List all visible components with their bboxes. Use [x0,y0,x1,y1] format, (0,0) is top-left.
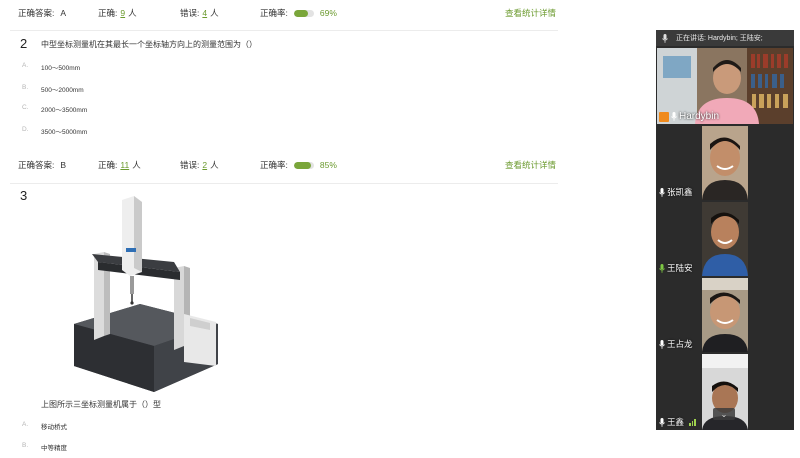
correct-label: 正确: [98,160,118,170]
wrong-label: 错误: [180,160,200,170]
view-stats-detail-link[interactable]: 查看统计详情 [505,7,556,19]
participant-name-tag: Hardybin [659,111,719,122]
wrong-count-link[interactable]: 4 [202,8,207,18]
correct-count-link[interactable]: 9 [120,8,125,18]
correct-answer: 正确答案: B [18,159,66,171]
wrong-unit: 人 [210,160,219,170]
option-letter: A. [22,62,29,69]
q2-stats-row: 正确答案: B 正确: 11 人 错误: 2 人 正确率: 85% 查看统计详情 [18,159,558,173]
correct-count: 正确: 11 人 [98,159,141,171]
wrong-unit: 人 [210,8,219,18]
correct-label: 正确: [98,8,118,18]
correct-answer: 正确答案: A [18,7,66,19]
microphone-active-icon [659,263,665,273]
participant-name: 王鑫 [667,417,685,427]
participant-name-tag: 王陆安 [659,262,693,274]
correct-count-link[interactable]: 11 [120,160,129,170]
option-text: 中等精度 [41,445,67,452]
question-number: 2 [20,36,28,51]
rate-label: 正确率: [260,8,288,18]
speaking-indicator-bar: 正在讲话: Hardybin; 王陆安; [656,30,794,46]
question-text: 中型坐标测量机在其最长一个坐标轴方向上的测量范围为（） [41,40,257,49]
coordinate-measuring-machine-image [74,196,218,392]
speaking-label: 正在讲话: Hardybin; 王陆安; [676,35,763,42]
option-text: 移动桥式 [41,424,67,431]
video-tile-hardybin[interactable]: Hardybin [657,48,793,124]
correct-rate: 正确率: 69% [260,7,337,19]
video-tile-wangluan[interactable]: 王陆安 [657,202,793,276]
microphone-icon [659,417,665,427]
rate-progress-bar [293,9,314,17]
participant-name: 张凯鑫 [667,187,693,197]
video-tile-wangzhanlong[interactable]: 王占龙 [657,278,793,352]
option-letter: C. [22,104,29,111]
divider [10,30,558,31]
option-b[interactable]: B. 中等精度 [22,442,67,452]
rate-value: 69% [319,8,337,18]
wrong-count: 错误: 4 人 [180,7,219,19]
option-letter: A. [22,421,29,428]
participant-name-tag: 张凯鑫 [659,186,693,198]
q1-stats-row: 正确答案: A 正确: 9 人 错误: 4 人 正确率: 69% 查看统计详情 [18,7,558,21]
wrong-label: 错误: [180,8,200,18]
participant-name: Hardybin [679,111,720,122]
chevron-down-icon[interactable]: ⌄ [713,408,735,420]
participant-name-tag: 王占龙 [659,338,693,350]
rate-value: 85% [319,160,337,170]
option-text: 3500～5000mm [41,129,88,136]
option-text: 2000～3500mm [41,107,88,114]
participant-name: 王陆安 [667,263,693,273]
rate-label: 正确率: [260,160,288,170]
option-a[interactable]: A. 移动桥式 [22,421,67,431]
answer-value: B [60,160,67,170]
microphone-icon [659,339,665,349]
correct-count: 正确: 9 人 [98,7,137,19]
option-b[interactable]: B. 500～2000mm [22,84,84,94]
question-text: 上图所示三坐标测量机属于（）型 [41,400,161,409]
option-letter: B. [22,84,29,91]
rate-progress-fill [293,9,308,17]
answer-value: A [60,8,67,18]
rate-progress-bar [293,161,314,169]
rate-progress-fill [293,161,311,169]
option-a[interactable]: A. 100～500mm [22,62,80,72]
signal-strength-icon [689,418,696,426]
option-text: 100～500mm [41,65,81,72]
wrong-count-link[interactable]: 2 [202,160,207,170]
view-stats-detail-link[interactable]: 查看统计详情 [505,159,556,171]
question-number: 3 [20,188,28,203]
option-letter: B. [22,442,29,449]
participant-name-tag: 王鑫 [659,416,696,428]
correct-unit: 人 [128,8,137,18]
option-letter: D. [22,126,29,133]
correct-rate: 正确率: 85% [260,159,337,171]
option-c[interactable]: C. 2000～3500mm [22,104,87,114]
host-badge-icon [659,111,669,122]
correct-unit: 人 [132,160,141,170]
video-tile-zhangkaixin[interactable]: 张凯鑫 [657,126,793,200]
microphone-icon [662,33,668,43]
participant-name: 王占龙 [667,339,693,349]
microphone-icon [671,112,677,121]
wrong-count: 错误: 2 人 [180,159,219,171]
option-d[interactable]: D. 3500～5000mm [22,126,87,136]
answer-label: 正确答案: [18,8,55,18]
microphone-icon [659,187,665,197]
option-text: 500～2000mm [41,87,84,94]
divider [10,183,558,184]
answer-label: 正确答案: [18,160,55,170]
quiz-results-panel: 正确答案: A 正确: 9 人 错误: 4 人 正确率: 69% 查看统计详情 … [0,0,570,458]
